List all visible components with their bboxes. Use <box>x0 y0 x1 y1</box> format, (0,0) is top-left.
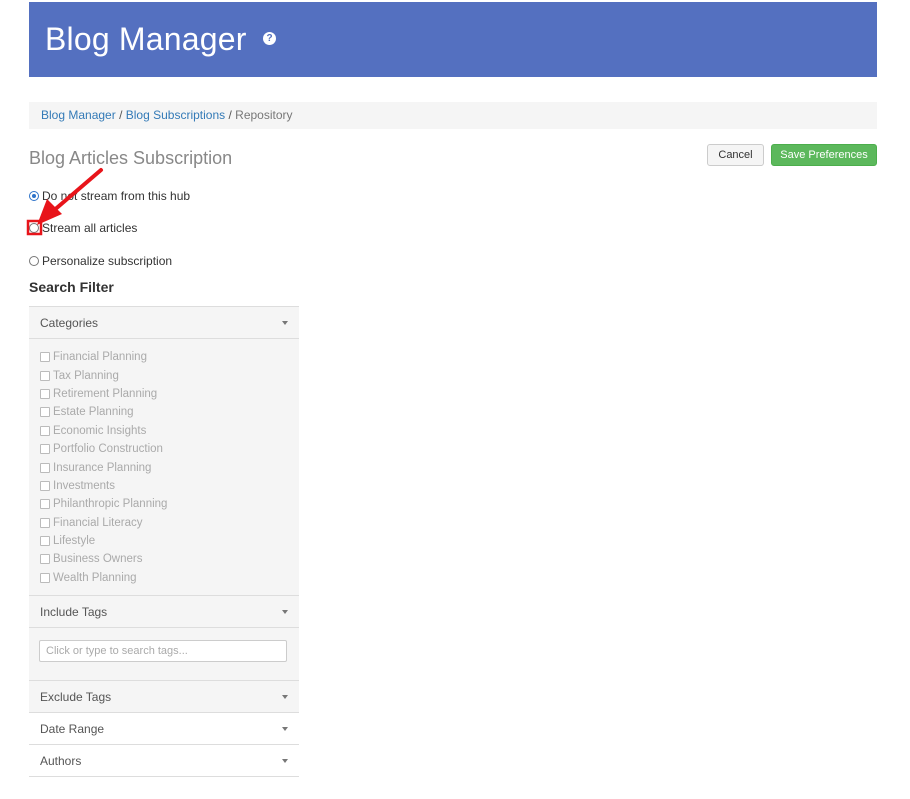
breadcrumb-separator: / <box>228 108 232 122</box>
category-label: Philanthropic Planning <box>53 498 168 511</box>
option-do-not-stream[interactable]: Do not stream from this hub <box>29 189 190 203</box>
include-tags-input[interactable]: Click or type to search tags... <box>39 640 287 662</box>
breadcrumb-separator: / <box>119 108 123 122</box>
cancel-button[interactable]: Cancel <box>707 144 764 166</box>
breadcrumb-blog-manager[interactable]: Blog Manager <box>41 108 116 122</box>
option-label: Stream all articles <box>42 221 138 235</box>
category-item[interactable]: Financial Planning <box>40 348 299 366</box>
category-label: Tax Planning <box>53 369 119 382</box>
question-circle-icon[interactable]: ? <box>263 32 276 45</box>
exclude-tags-header[interactable]: Exclude Tags <box>29 681 299 713</box>
caret-down-icon <box>282 695 288 699</box>
category-checkbox[interactable] <box>40 480 50 491</box>
include-tags-body: Click or type to search tags... <box>29 628 299 681</box>
category-label: Economic Insights <box>53 424 147 437</box>
option-label: Personalize subscription <box>42 254 173 268</box>
category-checkbox[interactable] <box>40 352 50 363</box>
category-item[interactable]: Lifestyle <box>40 532 299 550</box>
include-tags-header[interactable]: Include Tags <box>29 596 299 628</box>
category-checkbox[interactable] <box>40 444 50 455</box>
radio-do-not-stream[interactable] <box>29 191 39 201</box>
caret-down-icon <box>282 759 288 763</box>
category-label: Insurance Planning <box>53 461 152 474</box>
search-filter-title: Search Filter <box>29 279 114 295</box>
category-label: Investments <box>53 479 115 492</box>
radio-personalize[interactable] <box>29 256 39 266</box>
radio-stream-all[interactable] <box>29 223 39 233</box>
category-label: Retirement Planning <box>53 387 158 400</box>
app-header: Blog Manager ? <box>29 2 877 77</box>
caret-down-icon <box>282 610 288 614</box>
category-item[interactable]: Wealth Planning <box>40 569 299 587</box>
category-checkbox[interactable] <box>40 499 50 510</box>
option-stream-all[interactable]: Stream all articles <box>29 221 137 235</box>
authors-header[interactable]: Authors <box>29 745 299 777</box>
date-range-header[interactable]: Date Range <box>29 713 299 745</box>
category-item[interactable]: Insurance Planning <box>40 458 299 476</box>
category-item[interactable]: Economic Insights <box>40 422 299 440</box>
category-checkbox[interactable] <box>40 425 50 436</box>
category-label: Financial Literacy <box>53 516 143 529</box>
category-label: Wealth Planning <box>53 571 137 584</box>
category-checkbox[interactable] <box>40 462 50 473</box>
caret-down-icon <box>282 727 288 731</box>
categories-list: Financial Planning Tax Planning Retireme… <box>29 339 299 596</box>
category-item[interactable]: Business Owners <box>40 550 299 568</box>
section-title: Date Range <box>40 722 105 736</box>
category-item[interactable]: Investments <box>40 477 299 495</box>
category-item[interactable]: Estate Planning <box>40 403 299 421</box>
option-label: Do not stream from this hub <box>42 189 191 203</box>
category-checkbox[interactable] <box>40 554 50 565</box>
category-checkbox[interactable] <box>40 407 50 418</box>
section-title: Categories <box>40 316 99 330</box>
page-title: Blog Articles Subscription <box>29 148 233 168</box>
section-title: Authors <box>40 754 82 768</box>
category-label: Financial Planning <box>53 351 147 364</box>
section-title: Exclude Tags <box>40 690 112 704</box>
category-checkbox[interactable] <box>40 370 50 381</box>
category-item[interactable]: Tax Planning <box>40 366 299 384</box>
category-label: Business Owners <box>53 553 143 566</box>
category-label: Estate Planning <box>53 406 134 419</box>
category-item[interactable]: Portfolio Construction <box>40 440 299 458</box>
app-title: Blog Manager <box>45 21 247 57</box>
category-checkbox[interactable] <box>40 536 50 547</box>
section-title: Include Tags <box>40 605 108 619</box>
category-checkbox[interactable] <box>40 388 50 399</box>
breadcrumb-blog-subscriptions[interactable]: Blog Subscriptions <box>126 108 225 122</box>
category-item[interactable]: Retirement Planning <box>40 385 299 403</box>
breadcrumb-current: Repository <box>235 108 293 122</box>
category-item[interactable]: Philanthropic Planning <box>40 495 299 513</box>
search-filter-panel: Categories Financial Planning Tax Planni… <box>29 306 299 777</box>
category-checkbox[interactable] <box>40 572 50 583</box>
breadcrumb: Blog Manager / Blog Subscriptions / Repo… <box>29 102 877 129</box>
category-label: Lifestyle <box>53 535 96 548</box>
save-preferences-button[interactable]: Save Preferences <box>771 144 877 166</box>
category-checkbox[interactable] <box>40 517 50 528</box>
categories-header[interactable]: Categories <box>29 307 299 339</box>
category-label: Portfolio Construction <box>53 443 163 456</box>
caret-down-icon <box>282 321 288 325</box>
option-personalize[interactable]: Personalize subscription <box>29 254 172 268</box>
category-item[interactable]: Financial Literacy <box>40 514 299 532</box>
